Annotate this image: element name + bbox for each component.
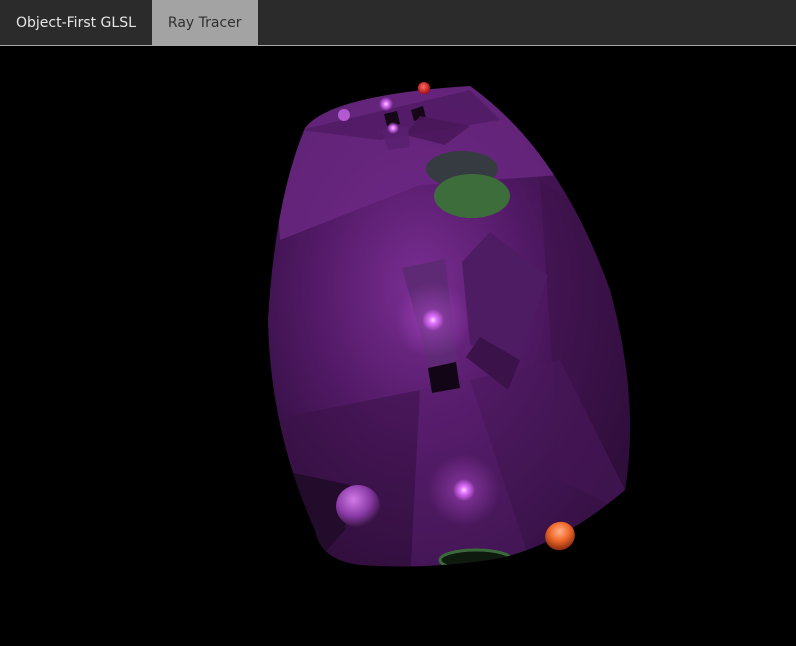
tab-object-first-glsl[interactable]: Object-First GLSL [0, 0, 152, 45]
tab-bar: Object-First GLSL Ray Tracer [0, 0, 796, 46]
tab-ray-tracer[interactable]: Ray Tracer [151, 0, 258, 45]
light-top-1 [379, 97, 393, 111]
light-upper [422, 309, 444, 331]
light-top-3 [338, 109, 350, 121]
green-disc [438, 548, 514, 567]
render-viewport[interactable] [0, 47, 796, 646]
red-sphere [418, 82, 430, 94]
light-lower [453, 479, 475, 501]
light-top-2 [387, 122, 399, 134]
lilac-sphere [336, 485, 380, 527]
ray-traced-scene [268, 82, 630, 567]
green-patch [434, 174, 510, 218]
